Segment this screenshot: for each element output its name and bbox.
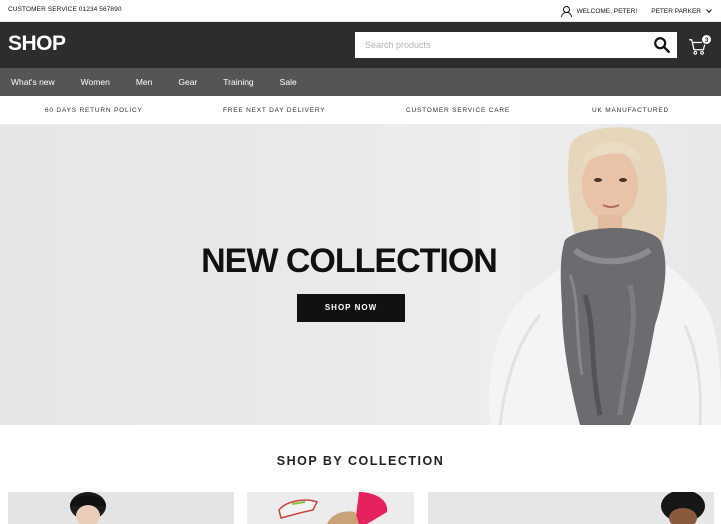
usp-bar: 60 DAYS RETURN POLICY FREE NEXT DAY DELI… bbox=[0, 96, 721, 125]
collection-image-men bbox=[661, 492, 705, 524]
welcome-text: WELCOME, PETER! bbox=[576, 7, 638, 15]
nav-item-sale[interactable]: Sale bbox=[280, 77, 297, 87]
account-dropdown[interactable]: PETER PARKER bbox=[651, 6, 712, 15]
usp-manufactured: UK MANUFACTURED bbox=[592, 107, 670, 114]
usp-delivery: FREE NEXT DAY DELIVERY bbox=[223, 107, 326, 114]
collection-card-gear[interactable] bbox=[247, 492, 414, 524]
chevron-down-icon bbox=[706, 6, 712, 13]
hero-title: NEW COLLECTION bbox=[201, 242, 498, 280]
nav-item-gear[interactable]: Gear bbox=[178, 77, 197, 87]
account-area: WELCOME, PETER! PETER PARKER bbox=[561, 4, 712, 18]
collection-image-women bbox=[70, 492, 106, 524]
nav-item-men[interactable]: Men bbox=[136, 77, 153, 87]
main-nav: What's new Women Men Gear Training Sale bbox=[0, 68, 721, 96]
search-input[interactable] bbox=[355, 32, 645, 58]
search-button[interactable] bbox=[653, 36, 671, 54]
collection-card-men[interactable] bbox=[428, 492, 714, 524]
nav-item-whats-new[interactable]: What's new bbox=[11, 77, 55, 87]
search-bar bbox=[355, 32, 677, 58]
usp-returns: 60 DAYS RETURN POLICY bbox=[45, 107, 143, 114]
site-header: SHOP 3 bbox=[0, 22, 721, 68]
collection-image-gear bbox=[278, 492, 388, 524]
nav-item-training[interactable]: Training bbox=[223, 77, 253, 87]
search-icon bbox=[654, 37, 670, 53]
user-icon[interactable] bbox=[561, 6, 573, 17]
top-utility-bar: CUSTOMER SERVICE 01234 567890 WELCOME, P… bbox=[0, 0, 721, 22]
collection-card-women[interactable] bbox=[8, 492, 234, 524]
nav-item-women[interactable]: Women bbox=[81, 77, 110, 87]
logo[interactable]: SHOP bbox=[8, 32, 66, 56]
hero-banner: NEW COLLECTION SHOP NOW bbox=[0, 125, 721, 425]
cart-count-badge: 3 bbox=[701, 34, 712, 45]
customer-service-text: CUSTOMER SERVICE 01234 567890 bbox=[8, 6, 122, 13]
shop-now-button[interactable]: SHOP NOW bbox=[297, 294, 405, 322]
collection-section-title: SHOP BY COLLECTION bbox=[276, 454, 445, 468]
usp-customer-care: CUSTOMER SERVICE CARE bbox=[406, 107, 510, 114]
cart-button[interactable]: 3 bbox=[688, 34, 712, 58]
account-name: PETER PARKER bbox=[651, 7, 701, 15]
